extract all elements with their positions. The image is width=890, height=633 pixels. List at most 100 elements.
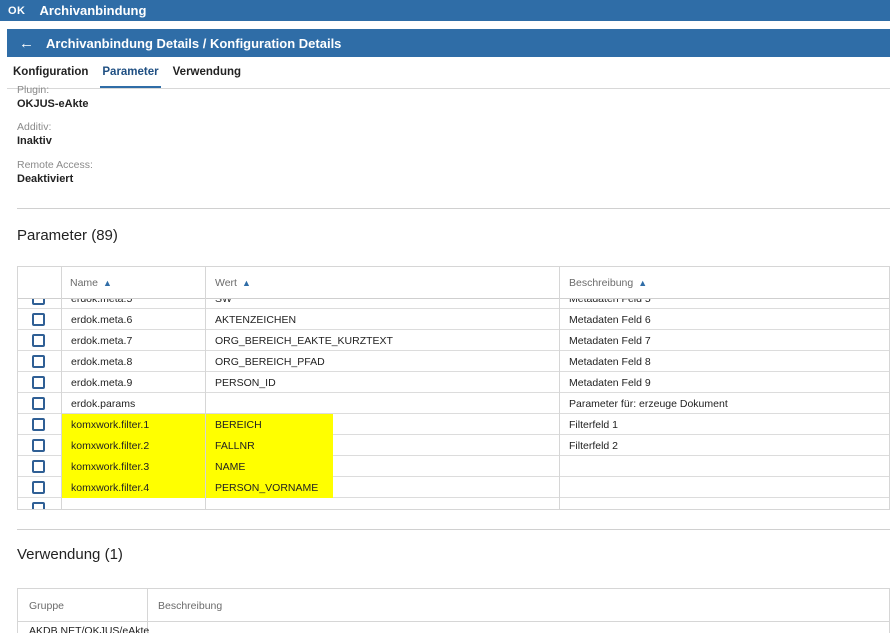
cell-name-text: komxwork.filter.1 bbox=[71, 418, 150, 431]
cell-beschreibung-text: Filterfeld 1 bbox=[569, 418, 619, 431]
table-row[interactable]: erdok.meta.6 AKTENZEICHEN Metadaten Feld 6 bbox=[18, 309, 889, 330]
column-header-beschreibung[interactable]: Beschreibung bbox=[158, 589, 222, 622]
cell-wert: AKTENZEICHEN bbox=[206, 309, 559, 330]
cell-wert: ORG_BEREICH_PFAD bbox=[206, 351, 559, 372]
cell-name-text: erdok.meta.7 bbox=[71, 334, 133, 347]
cell-name: erdok.meta.9 bbox=[62, 372, 205, 393]
cell-name: komxwork.filter.3 bbox=[62, 456, 205, 477]
cell-name-text: erdok.meta.8 bbox=[71, 355, 133, 368]
table-row[interactable]: komxwork.filter.2 FALLNR Filterfeld 2 bbox=[18, 435, 889, 456]
cell-wert-text: NAME bbox=[215, 460, 246, 473]
column-header-name-label: Name bbox=[70, 277, 99, 289]
sort-icon[interactable]: ▲︎ bbox=[638, 278, 647, 288]
parameter-table-header: Name ▲︎ Wert ▲︎ Beschreibung ▲︎ bbox=[18, 267, 889, 299]
column-header-wert-label: Wert bbox=[215, 277, 237, 289]
sort-icon[interactable]: ▲︎ bbox=[103, 278, 112, 288]
row-checkbox[interactable] bbox=[32, 502, 45, 509]
cell-beschreibung bbox=[560, 456, 889, 477]
row-checkbox[interactable] bbox=[32, 418, 45, 431]
cell-wert-text: FALLNR bbox=[215, 439, 255, 452]
cell-name-text: erdok.meta.9 bbox=[71, 376, 133, 389]
cell-wert: FALLNR bbox=[206, 435, 559, 456]
parameter-section-title: Parameter (89) bbox=[17, 227, 118, 244]
property-plugin-value: OKJUS-eAkte bbox=[17, 98, 89, 110]
app-title: Archivanbindung bbox=[39, 3, 147, 18]
column-header-wert[interactable]: Wert ▲︎ bbox=[215, 267, 251, 299]
cell-name-text: komxwork.filter.4 bbox=[71, 481, 150, 494]
cell-beschreibung-text: Metadaten Feld 9 bbox=[569, 376, 651, 389]
cell-name: komxwork.filter.2 bbox=[62, 435, 205, 456]
row-checkbox[interactable] bbox=[32, 313, 45, 326]
verwendung-section-title: Verwendung (1) bbox=[17, 546, 123, 563]
cell-name: erdok.meta.8 bbox=[62, 351, 205, 372]
cell-beschreibung: Metadaten Feld 7 bbox=[560, 330, 889, 351]
cell-beschreibung-text: Filterfeld 2 bbox=[569, 439, 619, 452]
column-divider bbox=[559, 267, 560, 509]
row-checkbox[interactable] bbox=[32, 376, 45, 389]
cell-wert: NAME bbox=[206, 456, 559, 477]
row-checkbox[interactable] bbox=[32, 481, 45, 494]
tab-parameter[interactable]: Parameter bbox=[100, 66, 161, 88]
table-row[interactable]: komxwork.filter.1 BEREICH Filterfeld 1 bbox=[18, 414, 889, 435]
tabs-divider bbox=[7, 88, 890, 89]
cell-wert-text: ORG_BEREICH_EAKTE_KURZTEXT bbox=[215, 334, 393, 347]
parameter-table: Name ▲︎ Wert ▲︎ Beschreibung ▲︎ erdok.me… bbox=[17, 266, 890, 510]
table-row[interactable]: komxwork.filter.3 NAME bbox=[18, 456, 889, 477]
section-divider bbox=[17, 529, 890, 530]
verwendung-gruppe-cell: AKDB.NET/OKJUS/eAkte bbox=[29, 625, 150, 633]
cell-wert: PERSON_ID bbox=[206, 372, 559, 393]
app-logo: OK bbox=[8, 4, 26, 17]
property-remote-access-label: Remote Access: bbox=[17, 159, 93, 171]
cell-wert-text: ORG_BEREICH_PFAD bbox=[215, 355, 325, 368]
cell-beschreibung: Filterfeld 1 bbox=[560, 414, 889, 435]
row-checkbox[interactable] bbox=[32, 334, 45, 347]
cell-wert: PERSON_VORNAME bbox=[206, 477, 559, 498]
cell-beschreibung-text: Metadaten Feld 7 bbox=[569, 334, 651, 347]
cell-name: erdok.meta.6 bbox=[62, 309, 205, 330]
table-row[interactable] bbox=[18, 498, 889, 509]
column-header-beschreibung-label: Beschreibung bbox=[569, 277, 634, 289]
cell-beschreibung: Metadaten Feld 9 bbox=[560, 372, 889, 393]
property-additiv-value: Inaktiv bbox=[17, 135, 52, 147]
cell-wert bbox=[206, 393, 559, 414]
row-checkbox[interactable] bbox=[32, 439, 45, 452]
cell-name-text: komxwork.filter.3 bbox=[71, 460, 150, 473]
cell-name: komxwork.filter.4 bbox=[62, 477, 205, 498]
cell-beschreibung: Metadaten Feld 6 bbox=[560, 309, 889, 330]
table-row[interactable]: erdok.meta.7 ORG_BEREICH_EAKTE_KURZTEXT Me… bbox=[18, 330, 889, 351]
row-checkbox[interactable] bbox=[32, 355, 45, 368]
cell-wert-text: AKTENZEICHEN bbox=[215, 313, 297, 326]
verwendung-table: Gruppe Beschreibung AKDB.NET/OKJUS/eAkte bbox=[17, 588, 890, 633]
cell-wert-text: BEREICH bbox=[215, 418, 262, 431]
row-checkbox[interactable] bbox=[32, 397, 45, 410]
cell-name: erdok.meta.7 bbox=[62, 330, 205, 351]
cell-beschreibung-text: Parameter für: erzeuge Dokument bbox=[569, 397, 728, 410]
property-plugin-label: Plugin: bbox=[17, 84, 50, 96]
table-row[interactable]: erdok.meta.8 ORG_BEREICH_PFAD Metadaten Fe… bbox=[18, 351, 889, 372]
back-arrow-icon[interactable]: ← bbox=[19, 36, 34, 51]
table-row[interactable]: komxwork.filter.4 PERSON_VORNAME bbox=[18, 477, 889, 498]
cell-beschreibung-text: Metadaten Feld 8 bbox=[569, 355, 651, 368]
property-remote-access-value: Deaktiviert bbox=[17, 173, 74, 185]
cell-wert: BEREICH bbox=[206, 414, 559, 435]
section-divider bbox=[17, 208, 890, 209]
cell-wert: ORG_BEREICH_EAKTE_KURZTEXT bbox=[206, 330, 559, 351]
detail-title: Archivanbindung Details / Konfiguration … bbox=[46, 35, 342, 51]
cell-name: erdok.params bbox=[62, 393, 205, 414]
row-checkbox[interactable] bbox=[32, 460, 45, 473]
column-header-gruppe[interactable]: Gruppe bbox=[29, 589, 64, 622]
column-divider bbox=[61, 267, 62, 509]
column-header-name[interactable]: Name ▲︎ bbox=[70, 267, 112, 299]
table-row[interactable]: erdok.meta.9 PERSON_ID Metadaten Feld 9 bbox=[18, 372, 889, 393]
table-row[interactable]: erdok.params Parameter für: erzeuge Dokum… bbox=[18, 393, 889, 414]
property-additiv-label: Additiv: bbox=[17, 121, 52, 133]
property-plugin: Plugin: OKJUS-eAkte bbox=[17, 84, 89, 111]
cell-beschreibung-text: Metadaten Feld 6 bbox=[569, 313, 651, 326]
cell-beschreibung bbox=[560, 477, 889, 498]
sort-icon[interactable]: ▲︎ bbox=[242, 278, 251, 288]
cell-name-text: erdok.params bbox=[71, 397, 136, 410]
cell-name-text: komxwork.filter.2 bbox=[71, 439, 150, 452]
column-header-beschreibung[interactable]: Beschreibung ▲︎ bbox=[569, 267, 647, 299]
detail-header: ← Archivanbindung Details / Konfiguratio… bbox=[7, 29, 890, 57]
tab-verwendung[interactable]: Verwendung bbox=[173, 66, 241, 88]
